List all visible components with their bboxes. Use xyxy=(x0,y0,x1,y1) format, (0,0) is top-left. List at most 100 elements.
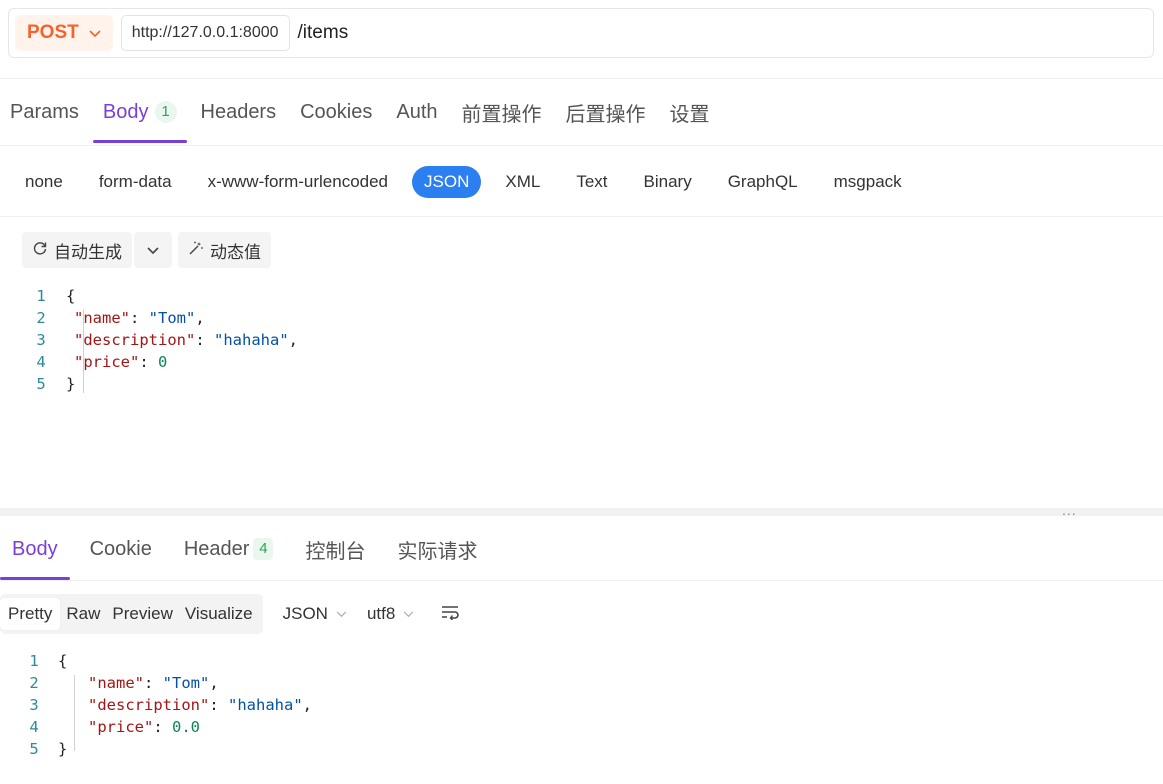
line-number: 1 xyxy=(29,652,39,670)
code-content: "price": 0.0 xyxy=(88,718,200,736)
tab-label: Params xyxy=(10,100,79,123)
code-line: 5} xyxy=(30,373,298,395)
line-number: 2 xyxy=(36,309,46,327)
more-icon[interactable]: ... xyxy=(1062,502,1077,518)
comma: , xyxy=(209,674,219,692)
json-key: "description" xyxy=(88,696,210,714)
auto-generate-dropdown[interactable] xyxy=(134,232,172,268)
comma: , xyxy=(288,331,298,349)
tab-label: 控制台 xyxy=(305,540,366,563)
line-number: 3 xyxy=(36,331,46,349)
response-tab-body[interactable]: Body xyxy=(0,518,70,580)
code-line: 2 "name": "Tom", xyxy=(30,307,298,329)
tab-label: Cookie xyxy=(89,537,152,560)
response-tabs: Body Cookie Header 4 控制台 实际请求 xyxy=(0,518,1163,581)
body-type-x-www-form-urlencoded[interactable]: x-www-form-urlencoded xyxy=(208,172,388,192)
tab-params[interactable]: Params xyxy=(10,79,79,145)
tab-label: 设置 xyxy=(669,103,710,126)
method-select[interactable]: POST xyxy=(15,15,113,51)
colon: : xyxy=(195,331,214,349)
path-input[interactable]: /items xyxy=(298,22,349,44)
json-key: "name" xyxy=(74,309,130,327)
format-select[interactable]: JSON xyxy=(283,604,347,624)
colon: : xyxy=(209,696,228,714)
count-badge: 4 xyxy=(253,538,274,560)
refresh-icon xyxy=(32,240,48,261)
body-type-json[interactable]: JSON xyxy=(412,165,482,198)
response-tab-header[interactable]: Header 4 xyxy=(184,518,274,580)
body-type-selector: none form-data x-www-form-urlencoded JSON XM… xyxy=(0,147,1163,217)
host-field[interactable]: http://127.0.0.1:8000 xyxy=(120,15,290,51)
code-line: 4 "price": 0 xyxy=(30,351,298,373)
tab-label: 后置操作 xyxy=(565,103,646,126)
response-tab-控制台[interactable]: 控制台 xyxy=(305,518,365,580)
json-key: "price" xyxy=(88,718,154,736)
line-number: 5 xyxy=(36,375,46,393)
body-type-none[interactable]: none xyxy=(25,172,63,192)
code-content: "description": "hahaha", xyxy=(74,331,298,349)
view-mode-pretty[interactable]: Pretty xyxy=(0,598,61,630)
response-body-viewer[interactable]: 1{2 "name": "Tom", 3 "description": "hahaha… xyxy=(24,650,312,760)
body-type-xml[interactable]: XML xyxy=(505,172,540,192)
count-badge: 1 xyxy=(154,101,177,123)
tab-body[interactable]: Body 1 xyxy=(92,79,187,145)
json-value: "Tom" xyxy=(162,674,210,692)
json-value: "hahaha" xyxy=(228,696,303,714)
tab-headers[interactable]: Headers xyxy=(201,79,277,145)
response-tab-cookie[interactable]: Cookie xyxy=(90,518,152,580)
tab-后置操作[interactable]: 后置操作 xyxy=(566,79,646,145)
tab-label: Body xyxy=(12,537,58,560)
body-type-graphql[interactable]: GraphQL xyxy=(728,172,798,192)
request-tabs: Params Body 1 Headers Cookies Auth 前置操作 后置操作 设置 xyxy=(0,78,1163,146)
editor-toolbar: 自动生成 动态值 xyxy=(22,232,271,268)
auto-generate-label: 自动生成 xyxy=(54,242,122,262)
magic-wand-icon xyxy=(188,240,204,261)
body-type-binary[interactable]: Binary xyxy=(644,172,692,192)
auto-generate-button[interactable]: 自动生成 xyxy=(22,232,132,268)
code-line: 1{ xyxy=(24,650,312,672)
tab-cookies[interactable]: Cookies xyxy=(300,79,372,145)
code-line: 1{ xyxy=(30,285,298,307)
code-line: 3 "description": "hahaha", xyxy=(30,329,298,351)
code-content: "description": "hahaha", xyxy=(88,696,312,714)
encoding-select[interactable]: utf8 xyxy=(367,604,414,624)
tab-auth[interactable]: Auth xyxy=(396,79,437,145)
tab-label: Body xyxy=(102,100,149,123)
dynamic-value-button[interactable]: 动态值 xyxy=(178,232,271,268)
dynamic-value-label: 动态值 xyxy=(210,242,261,262)
code-content: { xyxy=(66,287,75,305)
colon: : xyxy=(130,309,149,327)
line-number: 5 xyxy=(29,740,39,758)
tab-设置[interactable]: 设置 xyxy=(670,79,710,145)
view-mode-preview[interactable]: Preview xyxy=(106,598,178,630)
line-number: 4 xyxy=(29,718,39,736)
json-key: "price" xyxy=(74,353,140,371)
view-mode-visualize[interactable]: Visualize xyxy=(179,598,259,630)
tab-前置操作[interactable]: 前置操作 xyxy=(462,79,542,145)
word-wrap-icon[interactable] xyxy=(440,604,460,625)
view-mode-raw[interactable]: Raw xyxy=(60,598,106,630)
code-line: 3 "description": "hahaha", xyxy=(24,694,312,716)
view-mode-segmented: Pretty Raw Preview Visualize xyxy=(0,594,263,634)
colon: : xyxy=(153,718,172,736)
panel-splitter[interactable] xyxy=(0,508,1163,516)
colon: : xyxy=(139,353,158,371)
json-value: "hahaha" xyxy=(214,331,289,349)
request-body-editor[interactable]: 1{2 "name": "Tom", 3 "description": "hahaha… xyxy=(30,285,298,395)
brace: } xyxy=(58,740,68,758)
encoding-label: utf8 xyxy=(366,604,396,623)
line-number: 3 xyxy=(29,696,39,714)
body-type-msgpack[interactable]: msgpack xyxy=(834,172,902,192)
chevron-down-icon xyxy=(147,240,159,260)
code-line: 2 "name": "Tom", xyxy=(24,672,312,694)
json-value: 0 xyxy=(158,353,168,371)
chevron-down-icon xyxy=(336,607,347,621)
body-type-text[interactable]: Text xyxy=(576,172,607,192)
format-label: JSON xyxy=(282,604,328,623)
code-line: 5} xyxy=(24,738,312,760)
response-tab-实际请求[interactable]: 实际请求 xyxy=(397,518,477,580)
code-content: "price": 0 xyxy=(74,353,167,371)
body-type-form-data[interactable]: form-data xyxy=(99,172,172,192)
method-label: POST xyxy=(27,22,79,43)
code-content: } xyxy=(66,375,75,393)
